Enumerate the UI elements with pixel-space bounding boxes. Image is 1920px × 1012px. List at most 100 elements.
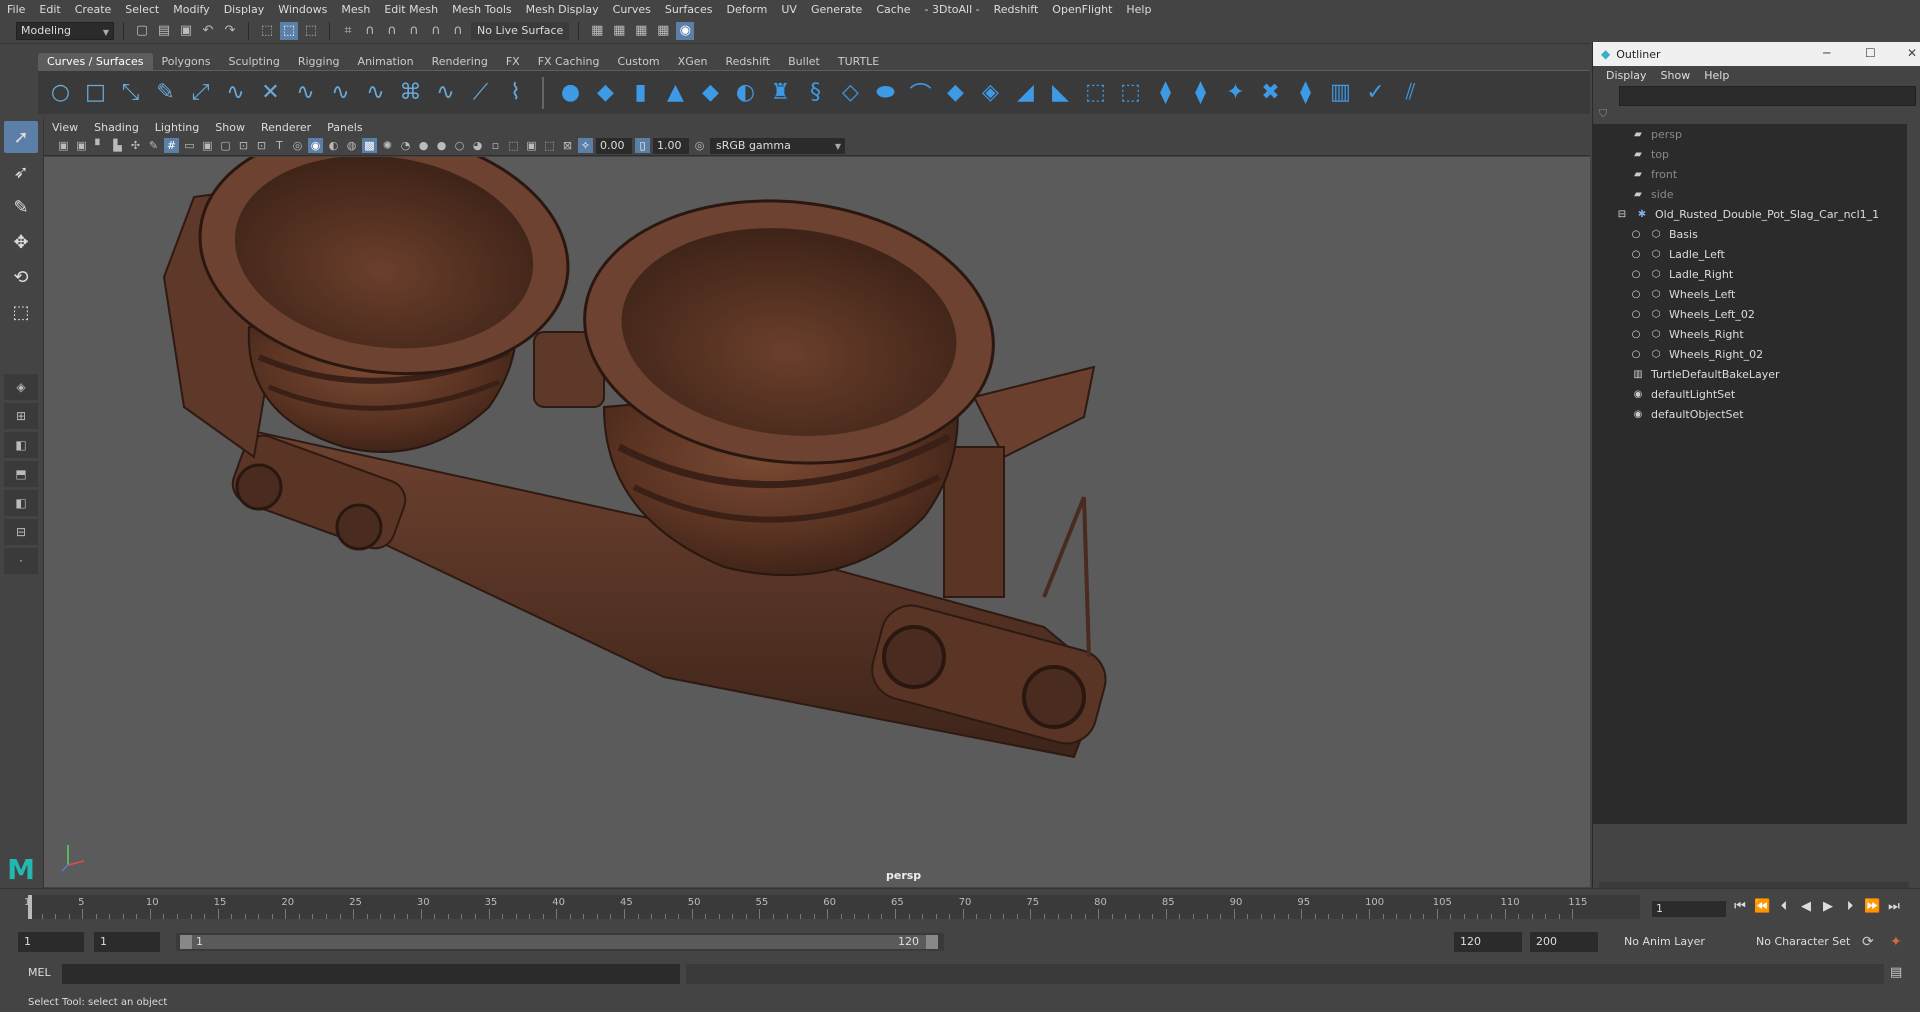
- open-scene-icon[interactable]: ▤: [155, 22, 173, 40]
- panel-menu-item-0[interactable]: View: [44, 121, 86, 134]
- ep-curve-icon[interactable]: ⤡: [116, 78, 145, 107]
- menu-item-3[interactable]: Select: [118, 3, 166, 16]
- shelf-tab-2[interactable]: Sculpting: [219, 53, 288, 70]
- visibility-dot-icon[interactable]: ○: [1629, 229, 1643, 240]
- preferences-icon[interactable]: ✦: [1890, 934, 1902, 950]
- redshift-render-view-icon[interactable]: ◉: [676, 21, 695, 40]
- filter-icon[interactable]: ⛉: [1599, 107, 1615, 123]
- outliner-menu-item-2[interactable]: Help: [1697, 69, 1736, 82]
- render-settings-icon[interactable]: ▦: [632, 22, 650, 40]
- rebuild-surface-icon[interactable]: ▥: [1326, 78, 1355, 107]
- layout-menu-icon[interactable]: ·: [4, 548, 38, 574]
- xray-icon[interactable]: ⬚: [506, 138, 521, 153]
- menu-item-18[interactable]: Redshift: [987, 3, 1046, 16]
- film-gate-icon[interactable]: ▭: [182, 138, 197, 153]
- nurbs-cube-icon[interactable]: ◆: [591, 78, 620, 107]
- boundary-icon[interactable]: ◆: [941, 78, 970, 107]
- single-perspective-layout-icon[interactable]: ◈: [4, 374, 38, 400]
- current-time-marker[interactable]: [28, 895, 32, 919]
- bookmarks-icon[interactable]: ▘: [92, 138, 107, 153]
- xray-components-icon[interactable]: ⬚: [542, 138, 557, 153]
- extrude-icon[interactable]: ⬬: [871, 78, 900, 107]
- menu-item-12[interactable]: Surfaces: [658, 3, 720, 16]
- shelf-tab-11[interactable]: Bullet: [779, 53, 829, 70]
- menu-item-1[interactable]: Edit: [32, 3, 67, 16]
- undo-icon[interactable]: ↶: [199, 22, 217, 40]
- current-frame-field[interactable]: 1: [1652, 901, 1726, 917]
- step-forward-key-icon[interactable]: ⏩: [1864, 899, 1880, 914]
- snap-curve-icon[interactable]: ∩: [361, 22, 379, 40]
- range-slider[interactable]: 1 120: [176, 933, 944, 951]
- field-chart-icon[interactable]: ⊡: [236, 138, 251, 153]
- visibility-dot-icon[interactable]: ○: [1629, 289, 1643, 300]
- maximize-icon[interactable]: ☐: [1865, 46, 1876, 60]
- rotate-tool-icon[interactable]: ⟲: [4, 261, 38, 293]
- shelf-tab-10[interactable]: Redshift: [716, 53, 779, 70]
- square-surface-icon[interactable]: ◈: [976, 78, 1005, 107]
- viewport-persp[interactable]: persp: [44, 157, 1590, 887]
- snap-projected-icon[interactable]: ∩: [405, 22, 423, 40]
- play-backwards-icon[interactable]: ◀: [1798, 899, 1814, 914]
- select-object-icon[interactable]: ⬚: [280, 21, 298, 40]
- gamma-field[interactable]: 1.00: [653, 137, 689, 154]
- exposure-toggle-icon[interactable]: ✧: [578, 138, 593, 153]
- nurbs-cone-icon[interactable]: ▲: [661, 78, 690, 107]
- panel-menu-item-5[interactable]: Panels: [319, 121, 370, 134]
- nurbs-cylinder-icon[interactable]: ▮: [626, 78, 655, 107]
- depth-of-field-icon[interactable]: ◕: [470, 138, 485, 153]
- outliner-item[interactable]: ⊟ ✱ Old_Rusted_Double_Pot_Slag_Car_ncl1_1: [1593, 204, 1907, 224]
- wireframe-on-shaded-icon[interactable]: ◍: [344, 138, 359, 153]
- snap-surface-icon[interactable]: ∩: [449, 22, 467, 40]
- select-component-icon[interactable]: ⬚: [302, 22, 320, 40]
- outliner-item[interactable]: ◉ defaultObjectSet: [1593, 404, 1907, 424]
- gate-mask-icon[interactable]: ▢: [218, 138, 233, 153]
- outliner-item[interactable]: ▰ front: [1593, 164, 1907, 184]
- backface-culling-icon[interactable]: ⊠: [560, 138, 575, 153]
- playback-end-field[interactable]: 120: [1454, 932, 1522, 952]
- go-to-start-icon[interactable]: ⏮: [1732, 899, 1748, 914]
- outliner-item[interactable]: ○ ⬡ Wheels_Left_02: [1593, 304, 1907, 324]
- play-forwards-icon[interactable]: ▶: [1820, 899, 1836, 914]
- shelf-tab-4[interactable]: Animation: [349, 53, 423, 70]
- timeline-bar[interactable]: 1510152025303540455055606570758085909510…: [24, 895, 1640, 919]
- mode-selector[interactable]: Modeling: [16, 21, 114, 41]
- screen-space-ao-icon[interactable]: ●: [416, 138, 431, 153]
- outliner-item[interactable]: ○ ⬡ Wheels_Left: [1593, 284, 1907, 304]
- birail-icon[interactable]: ⌒: [906, 78, 935, 108]
- animation-end-field[interactable]: 200: [1530, 932, 1598, 952]
- visibility-dot-icon[interactable]: ○: [1629, 269, 1643, 280]
- paint-select-tool-icon[interactable]: ✎: [4, 191, 38, 223]
- sculpt-geometry-icon[interactable]: ✦: [1221, 78, 1250, 107]
- visibility-dot-icon[interactable]: ○: [1629, 329, 1643, 340]
- 2d-pan-zoom-icon[interactable]: ✣: [128, 138, 143, 153]
- render-frame-icon[interactable]: ▦: [588, 22, 606, 40]
- curve-extend-icon[interactable]: ⟋: [466, 78, 495, 107]
- command-language-toggle[interactable]: MEL: [28, 966, 51, 979]
- nurbs-square-icon[interactable]: □: [81, 78, 110, 107]
- surface-stitch-icon[interactable]: ⧫: [1186, 78, 1215, 107]
- outliner-item[interactable]: ○ ⬡ Basis: [1593, 224, 1907, 244]
- multisample-aa-icon[interactable]: ○: [452, 138, 467, 153]
- menu-item-11[interactable]: Curves: [606, 3, 658, 16]
- menu-item-20[interactable]: Help: [1119, 3, 1158, 16]
- planar-icon[interactable]: ◇: [836, 78, 865, 107]
- scale-tool-icon[interactable]: ⬚: [4, 296, 38, 328]
- smooth-icon[interactable]: ⫽: [1396, 78, 1425, 107]
- grid-icon[interactable]: #: [164, 138, 179, 153]
- outliner-menu-item-1[interactable]: Show: [1654, 69, 1698, 82]
- select-camera-icon[interactable]: ▣: [56, 138, 71, 153]
- shelf-tab-8[interactable]: Custom: [609, 53, 669, 70]
- outliner-item[interactable]: ○ ⬡ Ladle_Left: [1593, 244, 1907, 264]
- step-back-key-icon[interactable]: ⏪: [1754, 899, 1770, 914]
- curve-offset-icon[interactable]: ⌘: [396, 78, 425, 107]
- shelf-tab-12[interactable]: TURTLE: [829, 53, 888, 70]
- shelf-tab-3[interactable]: Rigging: [289, 53, 349, 70]
- trim-tool-icon[interactable]: ⬚: [1081, 78, 1110, 107]
- new-scene-icon[interactable]: ▢: [133, 22, 151, 40]
- nurbs-torus-icon[interactable]: ◐: [731, 78, 760, 107]
- shelf-tab-9[interactable]: XGen: [669, 53, 717, 70]
- curve-intersect-icon[interactable]: ✕: [256, 78, 285, 107]
- menu-item-19[interactable]: OpenFlight: [1045, 3, 1119, 16]
- minimize-icon[interactable]: ─: [1823, 46, 1830, 60]
- visibility-dot-icon[interactable]: ○: [1629, 249, 1643, 260]
